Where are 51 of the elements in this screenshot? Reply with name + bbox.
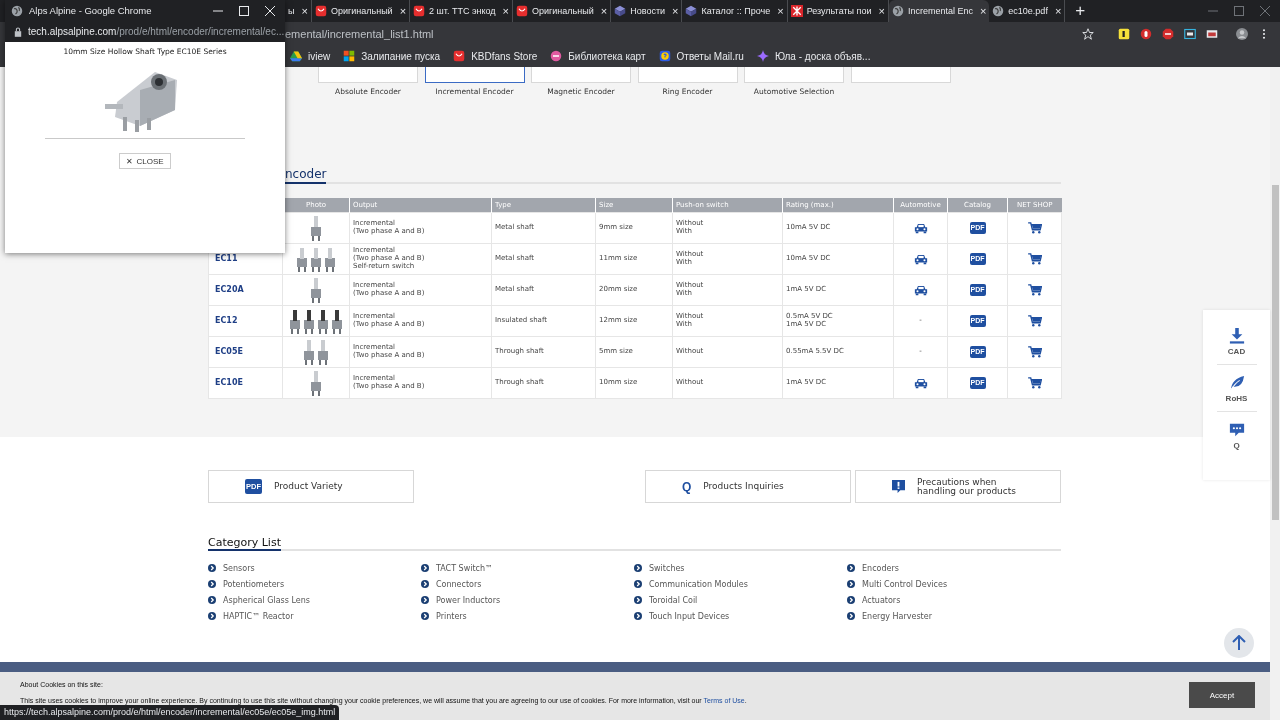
tab-close-button[interactable]: × (878, 5, 885, 17)
series-link[interactable]: EC20A (212, 284, 244, 294)
link-button[interactable]: Precautions when handling our products (855, 470, 1061, 503)
address-bar[interactable]: emental/incremental_list1.html (285, 27, 1082, 40)
series-link[interactable]: EC10E (212, 377, 243, 387)
tab-close-button[interactable]: × (777, 5, 784, 17)
tab-close-button[interactable]: × (979, 5, 987, 17)
category-link[interactable]: Communication Modules (649, 579, 748, 589)
accept-button[interactable]: Accept (1189, 682, 1255, 708)
browser-tab[interactable]: Incremental Enc × (888, 0, 990, 22)
category-link[interactable]: Encoders (862, 563, 899, 573)
tab-close-button[interactable]: × (301, 5, 308, 17)
link-button[interactable]: Q Products Inquiries (645, 470, 851, 503)
category-link[interactable]: HAPTIC™ Reactor (223, 611, 294, 621)
tab-close-button[interactable]: × (1054, 5, 1062, 17)
category-link[interactable]: TACT Switch™ (436, 563, 494, 573)
category-link[interactable]: Printers (436, 611, 467, 621)
tab-close-button[interactable]: × (600, 5, 608, 17)
bookmark-link[interactable]: Ответы Mail.ru (676, 50, 744, 62)
category-link[interactable]: Energy Harvester (862, 611, 932, 621)
side-button[interactable]: CAD (1216, 324, 1257, 365)
tab-close-button[interactable]: × (502, 5, 510, 17)
category-link[interactable]: Connectors (436, 579, 482, 589)
new-tab-button[interactable]: + (1071, 1, 1090, 21)
q-icon: Q (682, 480, 692, 493)
section-title: Category List (208, 536, 281, 551)
bookmark-link[interactable]: Залипание пуска (361, 50, 441, 62)
tab-close-button[interactable]: × (672, 5, 679, 17)
bookmark-link[interactable]: Библиотека карт (568, 50, 646, 62)
category-link[interactable]: Switches (649, 563, 685, 573)
status-url: https://tech.alpsalpine.com/prod/e/html/encoder/incremental/ec05e/ec05e_img.html (0, 705, 340, 720)
category-link[interactable]: Aspherical Glass Lens (223, 595, 310, 605)
category-link[interactable]: Sensors (223, 563, 255, 573)
tab-close-button[interactable]: × (399, 5, 407, 17)
series-link[interactable]: EC12 (212, 315, 238, 325)
side-button[interactable]: RoHS (1216, 371, 1257, 412)
bookmark-link[interactable]: iview (308, 50, 331, 62)
series-link[interactable]: EC05E (212, 346, 243, 356)
series-link[interactable]: EC11 (212, 253, 238, 263)
popup-url: tech.alpsalpine.com/prod/e/html/encoder/incremental/ec... (28, 26, 285, 37)
category-link[interactable]: Potentiometers (223, 579, 285, 589)
category-link[interactable]: Multi Control Devices (862, 579, 948, 589)
window-title: Alps Alpine - Google Chrome (29, 5, 152, 16)
category-link[interactable]: Power Inductors (436, 595, 501, 605)
bookmark-link[interactable]: Юла - доска объяв... (774, 50, 871, 62)
category-link[interactable]: Toroidal Coil (649, 595, 698, 605)
category-link[interactable]: Touch Input Devices (649, 611, 730, 621)
side-button[interactable]: Q (1216, 418, 1257, 458)
bookmark-link[interactable]: KBDfans Store (471, 50, 538, 62)
category-link[interactable]: Actuators (862, 595, 901, 605)
close-button[interactable]: ✕ CLOSE (119, 153, 171, 169)
